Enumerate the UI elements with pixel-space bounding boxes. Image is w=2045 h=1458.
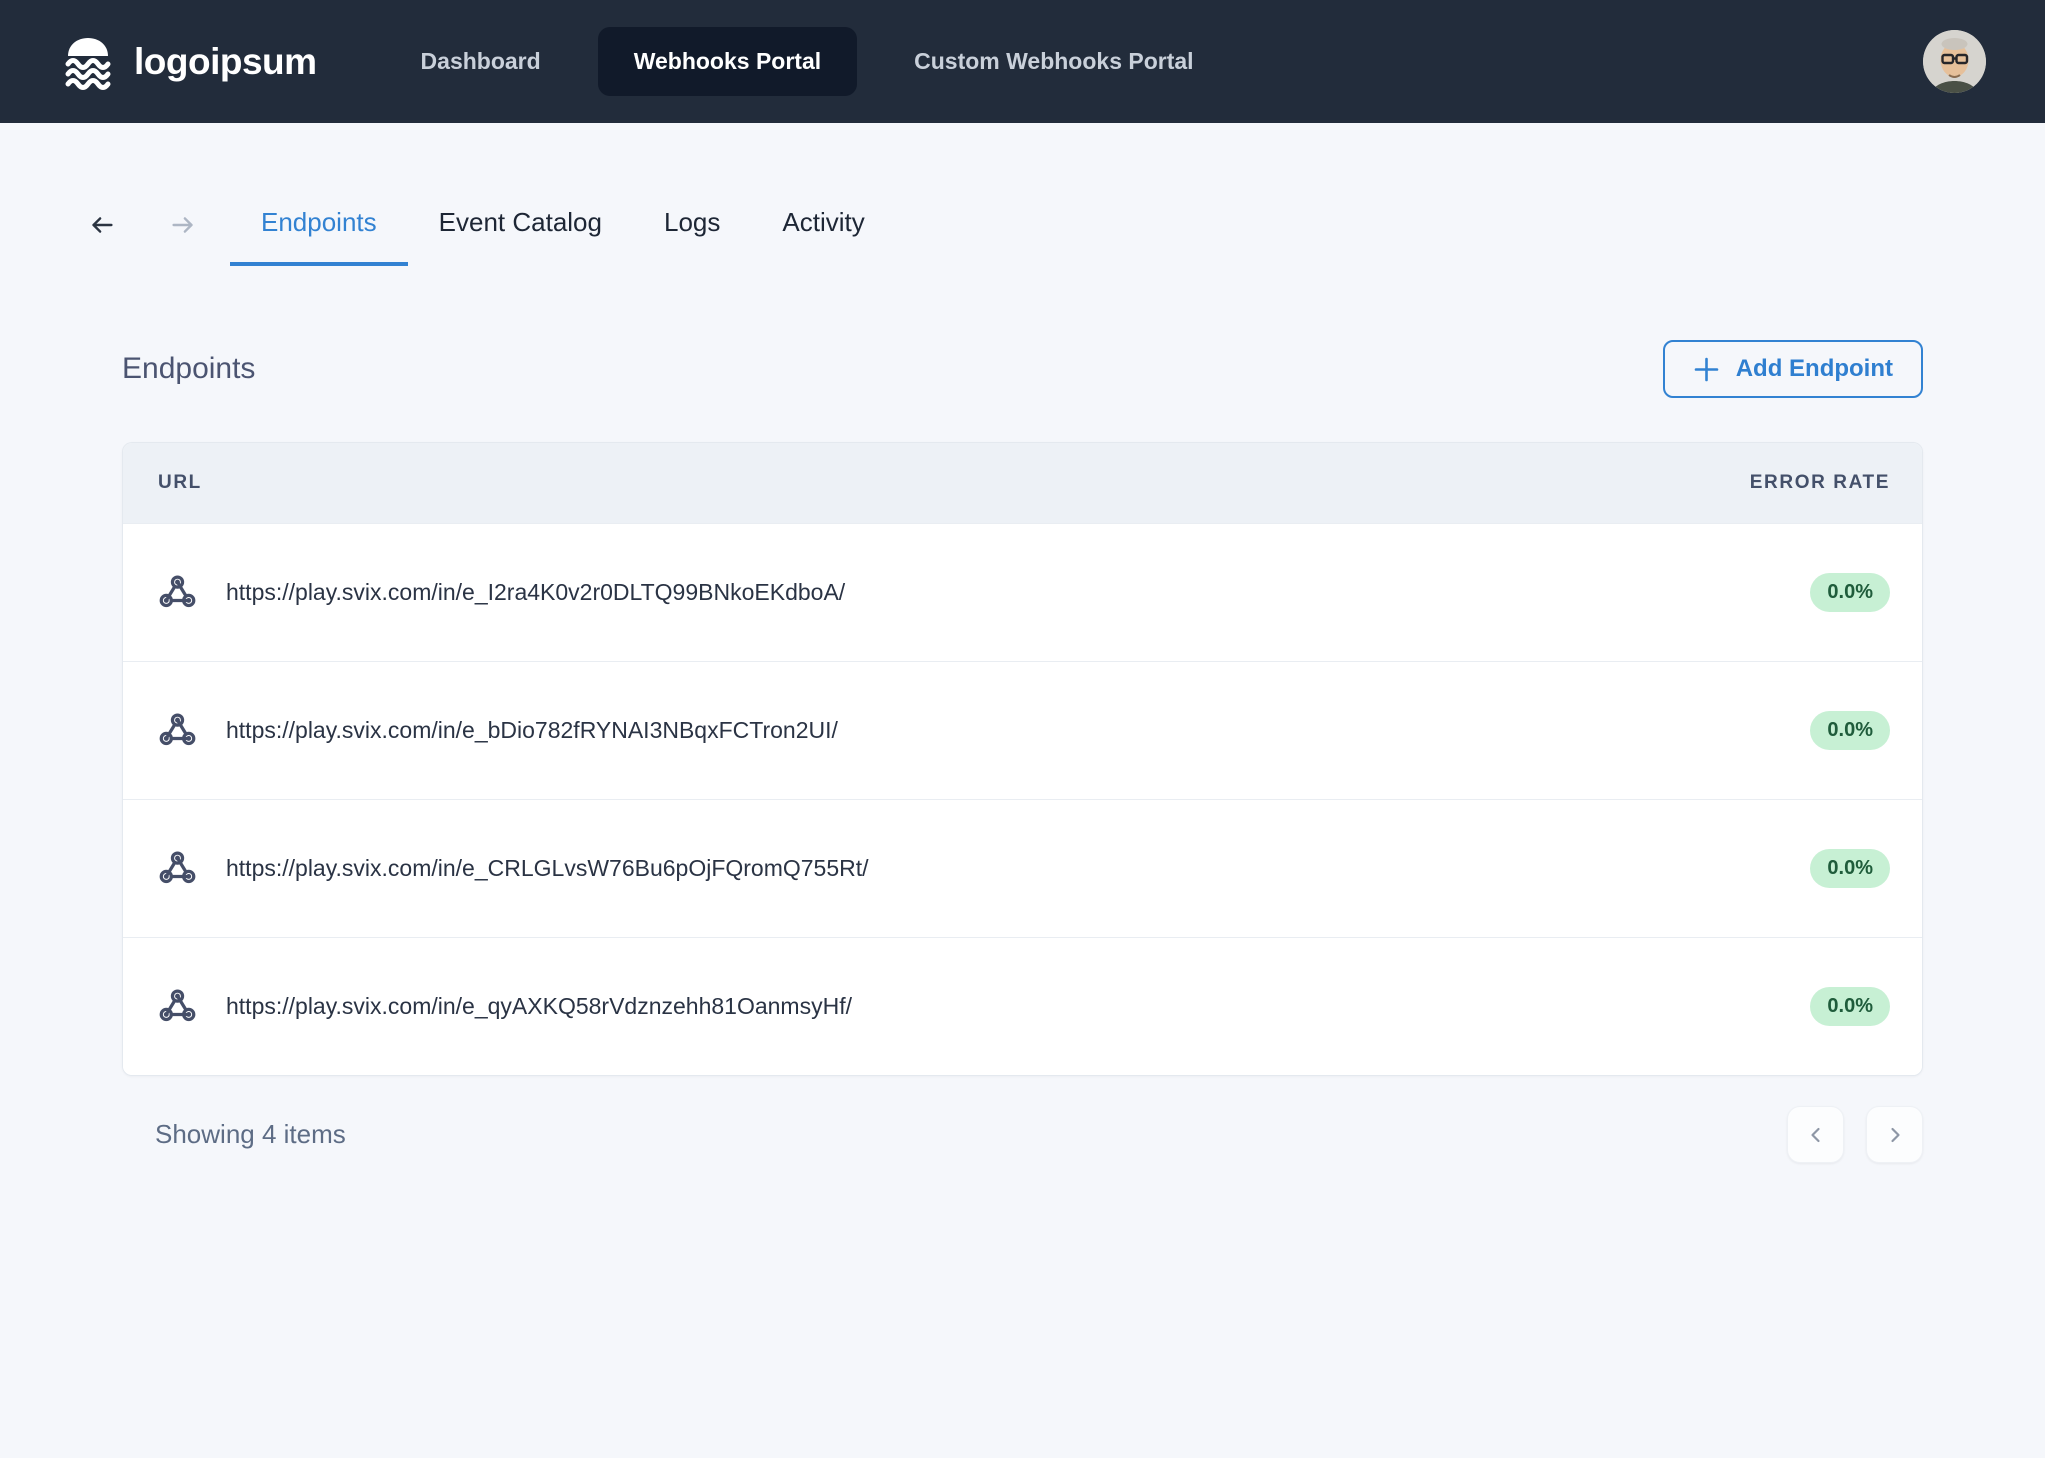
error-rate-badge: 0.0%	[1810, 987, 1890, 1026]
logoipsum-icon	[59, 34, 117, 90]
error-rate-badge: 0.0%	[1810, 711, 1890, 750]
endpoints-table: URL ERROR RATE https://play.svix.com/in/…	[122, 442, 1923, 1076]
endpoint-url: https://play.svix.com/in/e_qyAXKQ58rVdzn…	[226, 993, 852, 1020]
main-content: Endpoints Add Endpoint URL ERROR RATE	[0, 340, 2045, 1163]
chevron-left-icon	[1806, 1125, 1826, 1145]
error-rate-badge: 0.0%	[1810, 849, 1890, 888]
page-header: Endpoints Add Endpoint	[122, 340, 1923, 398]
arrow-right-icon	[168, 210, 198, 240]
endpoint-url: https://play.svix.com/in/e_CRLGLvsW76Bu6…	[226, 855, 869, 882]
forward-button[interactable]	[168, 210, 198, 240]
table-row[interactable]: https://play.svix.com/in/e_qyAXKQ58rVdzn…	[123, 937, 1922, 1075]
next-page-button[interactable]	[1866, 1106, 1923, 1163]
nav-item-dashboard[interactable]: Dashboard	[421, 48, 541, 75]
chevron-right-icon	[1885, 1125, 1905, 1145]
webhook-icon	[158, 849, 197, 888]
tab-activity[interactable]: Activity	[751, 183, 895, 266]
table-footer: Showing 4 items	[122, 1106, 1923, 1163]
webhook-icon	[158, 987, 197, 1026]
nav-item-custom-webhooks-portal[interactable]: Custom Webhooks Portal	[914, 48, 1193, 75]
arrow-left-icon	[87, 210, 117, 240]
portal-tabs: Endpoints Event Catalog Logs Activity	[230, 183, 896, 266]
add-endpoint-label: Add Endpoint	[1736, 355, 1893, 383]
column-error-rate: ERROR RATE	[1750, 472, 1890, 494]
back-button[interactable]	[87, 210, 117, 240]
webhook-icon	[158, 711, 197, 750]
primary-nav: Dashboard Webhooks Portal Custom Webhook…	[421, 27, 1194, 96]
tab-endpoints[interactable]: Endpoints	[230, 183, 408, 266]
table-row[interactable]: https://play.svix.com/in/e_bDio782fRYNAI…	[123, 661, 1922, 799]
endpoint-url: https://play.svix.com/in/e_bDio782fRYNAI…	[226, 717, 838, 744]
plus-icon	[1693, 356, 1720, 383]
error-rate-badge: 0.0%	[1810, 573, 1890, 612]
brand-logo[interactable]: logoipsum	[59, 34, 317, 90]
items-count-text: Showing 4 items	[155, 1119, 346, 1150]
add-endpoint-button[interactable]: Add Endpoint	[1663, 340, 1923, 398]
page-title: Endpoints	[122, 352, 255, 386]
tab-logs[interactable]: Logs	[633, 183, 751, 266]
brand-name: logoipsum	[134, 41, 317, 83]
table-row[interactable]: https://play.svix.com/in/e_I2ra4K0v2r0DL…	[123, 523, 1922, 661]
pagination	[1787, 1106, 1923, 1163]
portal-toolbar: Endpoints Event Catalog Logs Activity	[87, 183, 2045, 266]
endpoint-url: https://play.svix.com/in/e_I2ra4K0v2r0DL…	[226, 579, 845, 606]
prev-page-button[interactable]	[1787, 1106, 1844, 1163]
column-url: URL	[158, 472, 202, 494]
top-navbar: logoipsum Dashboard Webhooks Portal Cust…	[0, 0, 2045, 123]
user-avatar[interactable]	[1923, 30, 1986, 93]
nav-item-webhooks-portal[interactable]: Webhooks Portal	[598, 27, 857, 96]
table-header: URL ERROR RATE	[123, 443, 1922, 523]
table-row[interactable]: https://play.svix.com/in/e_CRLGLvsW76Bu6…	[123, 799, 1922, 937]
tab-event-catalog[interactable]: Event Catalog	[408, 183, 633, 266]
webhook-icon	[158, 573, 197, 612]
